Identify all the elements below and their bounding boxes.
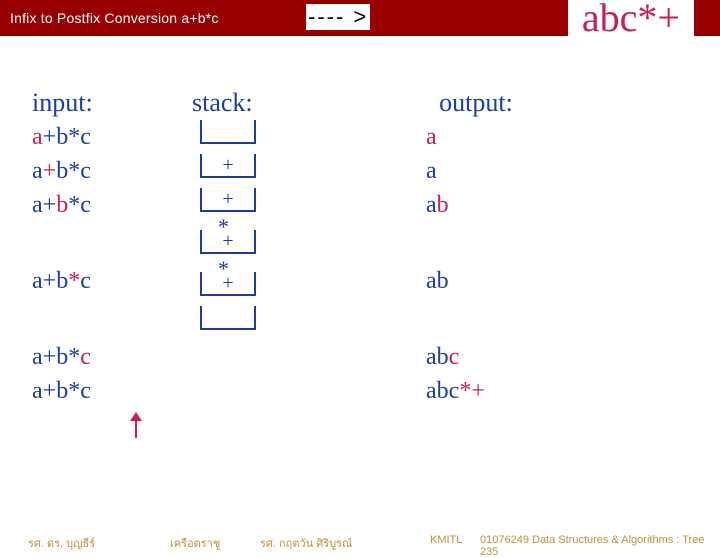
title-bar: Infix to Postfix Conversion a+b*c ---- >…	[0, 0, 720, 36]
stack-row: +*	[192, 188, 332, 222]
footer-course: 01076249 Data Structures & Algorithms : …	[480, 534, 720, 558]
stack-row: +	[192, 154, 332, 188]
output-row: a	[376, 120, 576, 154]
input-row: a+b*c	[32, 374, 172, 408]
stack-header: stack:	[192, 88, 332, 118]
output-row: a	[376, 154, 576, 188]
footer-org: KMITL	[430, 534, 462, 546]
title-result: abc*+	[568, 0, 694, 41]
title-arrow: ---- >	[306, 4, 370, 30]
title-left: Infix to Postfix Conversion a+b*c	[0, 10, 219, 26]
stack-row: +*	[192, 230, 332, 264]
stack-row	[192, 306, 332, 340]
input-column: input: a+b*c a+b*c a+b*c a+b*c a+b*c a+b…	[32, 88, 172, 408]
input-row: a+b*c	[32, 264, 172, 332]
stack-row: +	[192, 272, 332, 306]
stack-column: stack: + +* +* +	[192, 88, 332, 340]
footer-surname1: เครือตราชู	[170, 534, 220, 552]
output-row: ab	[376, 188, 576, 256]
output-header: output:	[376, 88, 576, 118]
footer-author2: รศ. กฤตวัน ศิริบูรณ์	[260, 534, 352, 552]
output-row: abc	[376, 340, 576, 374]
output-column: output: a a ab ab abc abc*+	[376, 88, 576, 408]
footer-author1: รศ. ดร. บุญธีร์	[28, 534, 95, 552]
output-row: ab	[376, 264, 576, 332]
input-row: a+b*c	[32, 120, 172, 154]
input-header: input:	[32, 88, 172, 118]
content-area: input: a+b*c a+b*c a+b*c a+b*c a+b*c a+b…	[32, 80, 700, 500]
input-row: a+b*c	[32, 188, 172, 256]
input-row: a+b*c	[32, 154, 172, 188]
output-row: abc*+	[376, 374, 576, 408]
stack-row	[192, 120, 332, 154]
input-row: a+b*c	[32, 340, 172, 374]
